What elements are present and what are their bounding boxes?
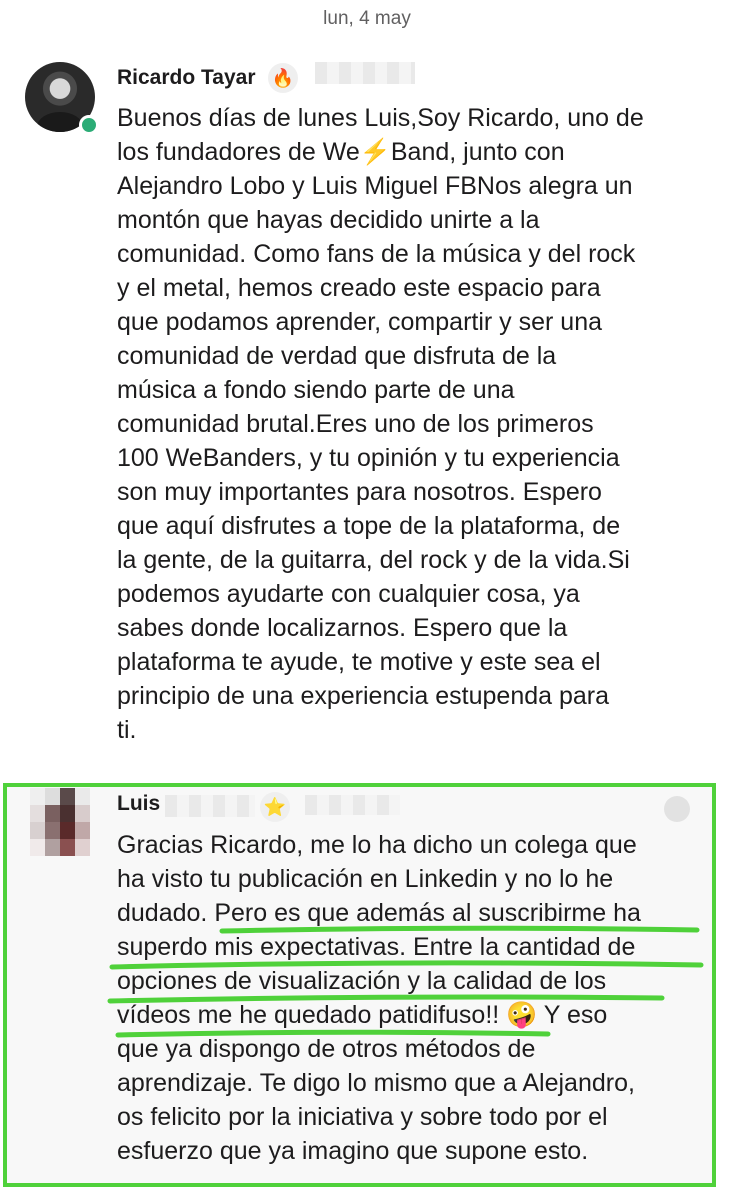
underline-1 xyxy=(219,925,700,934)
underline-4 xyxy=(115,1029,551,1038)
underline-2 xyxy=(109,960,704,970)
highlight-underlines xyxy=(107,925,704,1038)
underline-3 xyxy=(107,994,665,1004)
